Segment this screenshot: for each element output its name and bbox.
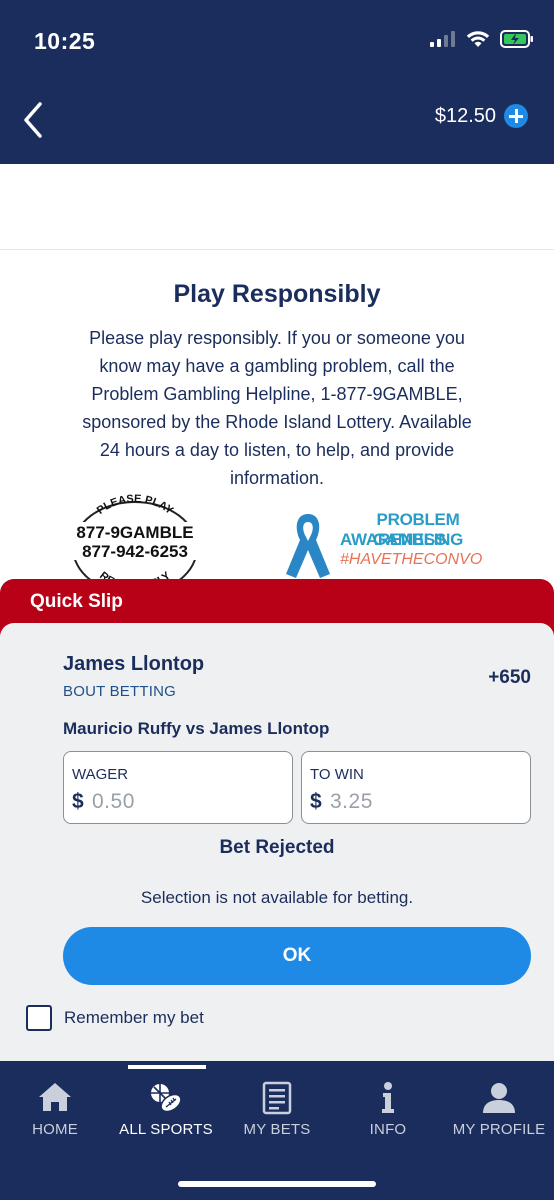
wifi-icon bbox=[466, 31, 490, 47]
to-win-currency: $ bbox=[310, 790, 322, 813]
bet-status-message: Selection is not available for betting. bbox=[140, 888, 414, 907]
signal-icon bbox=[430, 31, 455, 47]
responsible-title: Play Responsibly bbox=[173, 280, 381, 308]
bet-status-title: Bet Rejected bbox=[219, 837, 335, 858]
tab-my-bets-label: MY BETS bbox=[243, 1121, 311, 1138]
bottom-tab-bar: HOME ALL SPORTS MY BETS INFO MY PROFILE bbox=[0, 1061, 554, 1200]
account-balance[interactable]: $12.50 bbox=[435, 104, 528, 128]
status-bar: 10:25 bbox=[0, 0, 554, 82]
logo1-line1: 877-9GAMBLE bbox=[76, 523, 193, 542]
logo1-line2: 877-942-6253 bbox=[82, 542, 188, 561]
awareness-ribbon-icon bbox=[286, 514, 330, 578]
tab-all-sports[interactable]: ALL SPORTS bbox=[111, 1061, 221, 1161]
quick-slip-title: Quick Slip bbox=[30, 591, 123, 612]
add-funds-icon[interactable] bbox=[504, 104, 528, 128]
to-win-field[interactable]: TO WIN $ 3.25 bbox=[301, 751, 531, 824]
remember-bet-label: Remember my bet bbox=[64, 1008, 204, 1027]
tab-home[interactable]: HOME bbox=[0, 1061, 110, 1161]
to-win-label: TO WIN bbox=[310, 766, 364, 783]
tab-all-sports-label: ALL SPORTS bbox=[119, 1121, 213, 1138]
info-icon bbox=[382, 1082, 394, 1113]
responsible-body: Please play responsibly. If you or someo… bbox=[82, 328, 472, 488]
remember-bet-option[interactable]: Remember my bet bbox=[26, 1005, 204, 1031]
home-icon bbox=[39, 1083, 71, 1111]
home-indicator bbox=[178, 1181, 376, 1187]
profile-icon bbox=[483, 1083, 515, 1113]
battery-icon bbox=[500, 30, 533, 48]
bet-slip-icon bbox=[262, 1081, 292, 1115]
quick-slip-panel: James Llontop BOUT BETTING +650 Mauricio… bbox=[0, 623, 554, 1063]
wager-input[interactable]: 0.50 bbox=[92, 790, 135, 814]
banner-area bbox=[0, 164, 554, 250]
ok-button[interactable]: OK bbox=[63, 927, 531, 985]
sports-balls-icon bbox=[151, 1084, 182, 1113]
selection-name: James Llontop bbox=[63, 653, 205, 675]
wager-currency: $ bbox=[72, 790, 84, 813]
please-play-responsibly-logo: PLEASE PLAY RESPONSIBLY 877-9GAMBLE 877-… bbox=[66, 493, 204, 580]
tab-info[interactable]: INFO bbox=[333, 1061, 443, 1161]
logo2-line3: #HAVETHECONVO bbox=[340, 551, 483, 568]
wager-field[interactable]: WAGER $ 0.50 bbox=[63, 751, 293, 824]
back-button[interactable] bbox=[18, 100, 50, 140]
tab-info-label: INFO bbox=[369, 1121, 407, 1138]
balance-amount: $12.50 bbox=[434, 104, 496, 127]
chevron-left-icon bbox=[24, 102, 42, 138]
selection-market: BOUT BETTING bbox=[63, 683, 176, 700]
to-win-input[interactable]: 3.25 bbox=[330, 790, 373, 814]
remember-bet-checkbox[interactable] bbox=[26, 1005, 52, 1031]
tab-home-label: HOME bbox=[32, 1121, 78, 1138]
event-name: Mauricio Ruffy vs James Llontop bbox=[63, 719, 330, 738]
responsible-gaming-section: Play Responsibly Please play responsibly… bbox=[0, 250, 554, 590]
logo2-line2: AWARENESS bbox=[340, 530, 446, 549]
status-time: 10:25 bbox=[34, 28, 96, 54]
status-icons bbox=[430, 30, 534, 48]
wager-label: WAGER bbox=[72, 766, 129, 783]
selection-odds: +650 bbox=[488, 667, 531, 688]
top-nav-bar: $12.50 bbox=[0, 82, 554, 164]
problem-gambling-awareness-logo: PROBLEM GAMBLING AWARENESS #HAVETHECONVO bbox=[276, 500, 496, 580]
tab-my-profile-label: MY PROFILE bbox=[452, 1121, 546, 1138]
tab-my-profile[interactable]: MY PROFILE bbox=[444, 1061, 554, 1161]
tab-my-bets[interactable]: MY BETS bbox=[222, 1061, 332, 1161]
